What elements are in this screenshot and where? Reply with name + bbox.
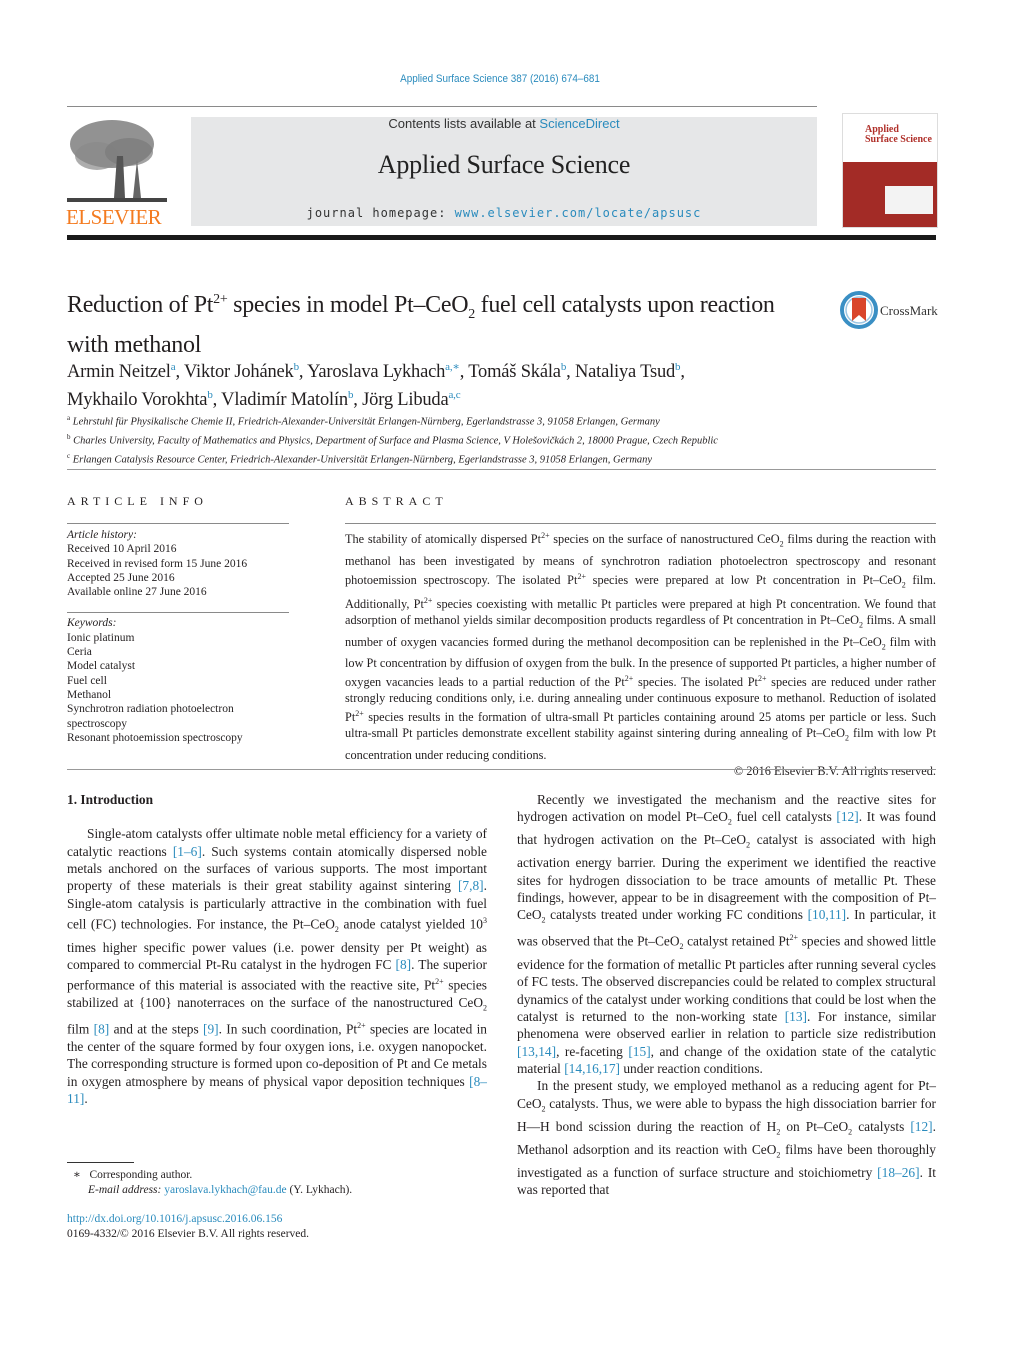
keyword: Methanol <box>67 688 112 701</box>
reference-link[interactable]: [12] <box>836 809 858 824</box>
history-item: Received in revised form 15 June 2016 <box>67 557 248 570</box>
affiliations: a Lehrstuhl für Physikalische Chemie II,… <box>67 411 947 468</box>
author[interactable]: Armin Neitzel <box>67 362 171 382</box>
author-list: Armin Neitzela, Viktor Johánekb, Yarosla… <box>67 361 685 411</box>
history-item: Available online 27 June 2016 <box>67 586 207 599</box>
article-history: Article history: Received 10 April 2016 … <box>67 528 289 599</box>
author[interactable]: Viktor Johánek <box>184 362 294 382</box>
keywords-rule <box>67 612 289 614</box>
body-paragraph: Single-atom catalysts offer ultimate nob… <box>67 826 487 1106</box>
article-info-heading: ARTICLE INFO <box>67 494 208 508</box>
body-paragraph: In the present study, we employed methan… <box>517 1078 937 1198</box>
reference-link[interactable]: [8–11] <box>67 1074 487 1106</box>
elsevier-wordmark: ELSEVIER <box>66 205 162 229</box>
reference-link[interactable]: [10,11] <box>808 907 847 922</box>
article-info: ARTICLE INFO Article history: Received 1… <box>67 494 289 745</box>
corresponding-author-note: ∗ Corresponding author. <box>73 1169 193 1181</box>
homepage-link[interactable]: www.elsevier.com/locate/apsusc <box>455 206 702 220</box>
crossmark-icon <box>840 291 878 329</box>
affiliation: b Charles University, Faculty of Mathema… <box>67 433 718 447</box>
sciencedirect-link[interactable]: ScienceDirect <box>539 116 619 131</box>
author[interactable]: Jörg Libuda <box>362 390 449 410</box>
cover-title-line2: Surface Science <box>865 134 932 145</box>
abstract-bottom-rule <box>67 769 936 770</box>
author-affiliation-marker[interactable]: b <box>675 361 681 373</box>
affil-rule <box>67 469 936 470</box>
reference-link[interactable]: [9] <box>203 1022 219 1037</box>
author-affiliation-marker[interactable]: a,∗ <box>445 361 460 373</box>
cover-figure <box>885 186 933 214</box>
reference-link[interactable]: [13,14] <box>517 1044 556 1059</box>
article-info-rule <box>67 523 289 524</box>
keyword: Resonant photoemission spectroscopy <box>67 731 243 744</box>
keyword: Ceria <box>67 646 92 659</box>
abstract-heading: ABSTRACT <box>345 494 448 508</box>
issn-line: 0169-4332/© 2016 Elsevier B.V. All right… <box>67 1228 310 1240</box>
journal-homepage: journal homepage: www.elsevier.com/locat… <box>191 206 817 220</box>
crossmark-label: CrossMark <box>880 303 938 318</box>
abstract: ABSTRACT The stability of atomically dis… <box>345 494 936 779</box>
history-item: Received 10 April 2016 <box>67 543 177 556</box>
reference-link[interactable]: [18–26] <box>877 1165 919 1180</box>
masthead-thick-rule <box>67 235 936 240</box>
journal-name: Applied Surface Science <box>377 150 631 179</box>
homepage-prefix: journal homepage: <box>306 206 455 220</box>
left-paragraphs: Single-atom catalysts offer ultimate nob… <box>67 825 487 1107</box>
contents-line: Contents lists available at ScienceDirec… <box>191 116 817 131</box>
header-rule <box>67 106 817 107</box>
section-heading-introduction: 1. Introduction <box>67 792 154 807</box>
author[interactable]: Yaroslava Lykhach <box>307 362 445 382</box>
reference-link[interactable]: [15] <box>628 1044 650 1059</box>
keyword: Fuel cell <box>67 674 107 687</box>
body-left-column: 1. Introduction Single-atom catalysts of… <box>67 791 487 1107</box>
reference-link[interactable]: [8] <box>396 957 412 972</box>
keywords: Keywords: Ionic platinum Ceria Model cat… <box>67 616 289 745</box>
cover-title: Applied Surface Science <box>865 125 932 145</box>
author-affiliation-marker[interactable]: b <box>348 389 354 401</box>
reference-link[interactable]: [7,8] <box>458 878 484 893</box>
abstract-body: The stability of atomically dispersed Pt… <box>345 531 936 762</box>
author[interactable]: Mykhailo Vorokhta <box>67 390 208 410</box>
keyword: Ionic platinum <box>67 631 135 644</box>
email-link[interactable]: yaroslava.lykhach@fau.de <box>164 1184 286 1196</box>
article-title: Reduction of Pt2+ species in model Pt–Ce… <box>67 292 775 358</box>
abstract-copyright: © 2016 Elsevier B.V. All rights reserved… <box>733 763 936 778</box>
reference-link[interactable]: [12] <box>910 1119 932 1134</box>
abstract-rule <box>345 523 936 524</box>
affiliation: a Lehrstuhl für Physikalische Chemie II,… <box>67 414 660 428</box>
body-paragraph: Recently we investigated the mechanism a… <box>517 792 936 1076</box>
author[interactable]: Tomáš Skála <box>468 362 561 382</box>
footnote-rule <box>67 1162 134 1163</box>
keywords-label: Keywords: <box>67 617 117 630</box>
doi-link[interactable]: http://dx.doi.org/10.1016/j.apsusc.2016.… <box>67 1213 282 1225</box>
author[interactable]: Nataliya Tsud <box>575 362 675 382</box>
keyword: Synchrotron radiation photoelectron spec… <box>67 703 234 730</box>
author-affiliation-marker[interactable]: a <box>171 361 176 373</box>
footnotes: ∗ Corresponding author. E-mail address: … <box>73 1168 493 1198</box>
history-label: Article history: <box>67 529 137 541</box>
journal-citation[interactable]: Applied Surface Science 387 (2016) 674–6… <box>50 73 950 85</box>
reference-link[interactable]: [14,16,17] <box>564 1061 620 1076</box>
reference-link[interactable]: [13] <box>785 1009 807 1024</box>
author-affiliation-marker[interactable]: a,c <box>449 389 461 401</box>
author-affiliation-marker[interactable]: b <box>561 361 567 373</box>
journal-cover-thumbnail[interactable]: Applied Surface Science <box>842 113 938 228</box>
doi-block: http://dx.doi.org/10.1016/j.apsusc.2016.… <box>67 1212 487 1242</box>
keyword: Model catalyst <box>67 660 136 673</box>
author[interactable]: Vladimír Matolín <box>221 390 348 410</box>
reference-link[interactable]: [1–6] <box>173 844 202 859</box>
crossmark-button[interactable]: CrossMark <box>840 291 940 331</box>
body-right-column: Recently we investigated the mechanism a… <box>517 791 936 1198</box>
right-paragraphs: Recently we investigated the mechanism a… <box>517 791 936 1198</box>
history-item: Accepted 25 June 2016 <box>67 571 175 584</box>
reference-link[interactable]: [8] <box>94 1022 110 1037</box>
author-affiliation-marker[interactable]: b <box>207 389 213 401</box>
author-affiliation-marker[interactable]: b <box>294 361 300 373</box>
email-note: E-mail address: yaroslava.lykhach@fau.de… <box>88 1184 353 1196</box>
affiliation: c Erlangen Catalysis Resource Center, Fr… <box>67 452 653 466</box>
contents-prefix: Contents lists available at <box>388 116 540 131</box>
